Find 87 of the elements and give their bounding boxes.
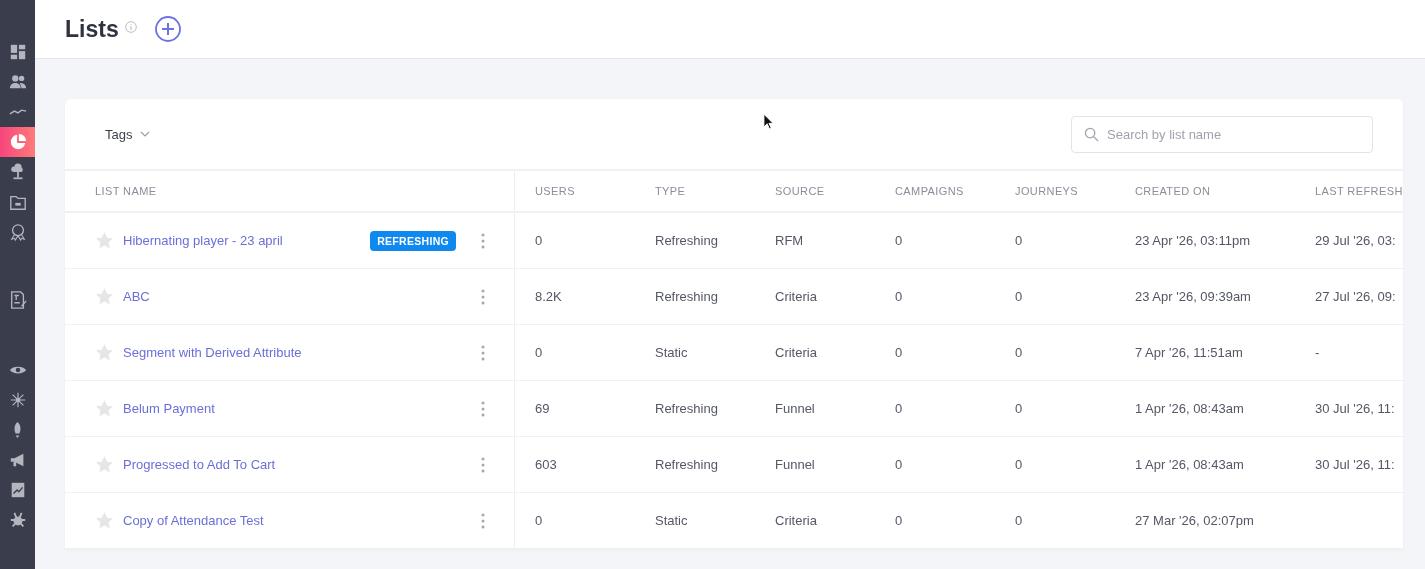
table-cell: 27 Mar '26, 02:07pm xyxy=(1135,513,1254,528)
star-icon[interactable] xyxy=(95,231,114,250)
folder-icon xyxy=(8,193,27,211)
table-cell: 23 Apr '26, 09:39am xyxy=(1135,289,1251,304)
table-cell: 0 xyxy=(535,233,543,248)
table-cell: 30 Jul '26, 11: xyxy=(1315,457,1395,472)
column-header: LIST NAME xyxy=(65,171,515,211)
table-cell: 603 xyxy=(535,457,557,472)
table-cell: RFM xyxy=(775,233,804,248)
kebab-menu-icon xyxy=(481,456,485,473)
table-cell: Refreshing xyxy=(655,233,718,248)
kebab-menu-icon xyxy=(481,344,485,361)
list-name-link[interactable]: Belum Payment xyxy=(123,401,215,416)
table-cell: 0 xyxy=(895,513,903,528)
kebab-menu-icon xyxy=(481,512,485,529)
column-header: USERS xyxy=(534,185,576,197)
star-icon[interactable] xyxy=(95,399,114,418)
gear-icon xyxy=(8,511,27,529)
pie-chart-icon xyxy=(8,133,27,151)
table-cell: Static xyxy=(655,345,688,360)
network-icon xyxy=(8,391,27,409)
star-icon[interactable] xyxy=(95,343,114,362)
star-icon[interactable] xyxy=(95,455,114,474)
column-header: TYPE xyxy=(654,185,687,197)
list-name-link[interactable]: ABC xyxy=(123,289,150,304)
add-button[interactable] xyxy=(154,16,181,42)
table-cell: 0 xyxy=(535,345,543,360)
column-header: SOURCE xyxy=(774,185,826,197)
table-cell: 7 Apr '26, 11:51am xyxy=(1135,345,1243,360)
status-badge: REFRESHING xyxy=(370,230,456,251)
table-cell: 0 xyxy=(1015,513,1023,528)
table-cell: 27 Jul '26, 09: xyxy=(1315,289,1396,304)
dashboard-icon xyxy=(8,43,27,61)
chevron-down-icon xyxy=(140,131,151,137)
table-cell: Static xyxy=(655,513,688,528)
table-cell: 30 Jul '26, 11: xyxy=(1315,401,1395,416)
list-name-link[interactable]: Segment with Derived Attribute xyxy=(123,345,302,360)
page-title: Lists xyxy=(65,15,119,43)
kebab-menu-icon xyxy=(481,288,485,305)
table-cell: Funnel xyxy=(775,457,815,472)
table-cell: 0 xyxy=(895,289,903,304)
star-icon[interactable] xyxy=(95,287,114,306)
table-cell: 69 xyxy=(535,401,550,416)
column-header: JOURNEYS xyxy=(1014,185,1080,197)
table-cell: 0 xyxy=(1015,401,1023,416)
table-cell: Refreshing xyxy=(655,457,718,472)
table-cell: 0 xyxy=(1015,233,1023,248)
table-cell: 23 Apr '26, 03:11pm xyxy=(1135,233,1250,248)
column-header: LAST REFRESH xyxy=(1314,185,1403,197)
table-cell: 0 xyxy=(1015,345,1023,360)
table-cell: - xyxy=(1315,345,1320,360)
table-cell: Funnel xyxy=(775,401,815,416)
table-cell: 0 xyxy=(895,233,903,248)
list-name-link[interactable]: Hibernating player - 23 april xyxy=(123,233,283,248)
table-cell: Criteria xyxy=(775,513,817,528)
kebab-menu-icon xyxy=(481,232,485,249)
trend-line-icon xyxy=(8,109,27,115)
table-cell: Criteria xyxy=(775,345,817,360)
document-icon xyxy=(8,291,27,309)
table-cell: 1 Apr '26, 08:43am xyxy=(1135,401,1244,416)
table-cell: 0 xyxy=(1015,289,1023,304)
search-field[interactable]: Search by list name xyxy=(1071,115,1373,153)
mouse-pointer-icon xyxy=(763,113,774,130)
table-cell: 0 xyxy=(1015,457,1023,472)
table-cell: 0 xyxy=(535,513,543,528)
table-cell: Refreshing xyxy=(655,289,718,304)
star-icon[interactable] xyxy=(95,511,114,530)
plus-icon xyxy=(154,16,181,42)
column-header: CAMPAIGNS xyxy=(894,185,965,197)
table-cell: 0 xyxy=(895,401,903,416)
badge-icon xyxy=(8,223,27,241)
table-cell: 0 xyxy=(895,345,903,360)
search-icon xyxy=(1084,126,1099,142)
list-name-link[interactable]: Copy of Attendance Test xyxy=(123,513,264,528)
table-cell: Criteria xyxy=(775,289,817,304)
sidebar-item[interactable] xyxy=(0,127,35,157)
table-cell: Refreshing xyxy=(655,401,718,416)
rocket-icon xyxy=(13,421,22,439)
tags-dropdown[interactable]: Tags xyxy=(105,126,151,142)
users-icon xyxy=(8,73,27,91)
table-cell: 1 Apr '26, 08:43am xyxy=(1135,457,1244,472)
list-name-link[interactable]: Progressed to Add To Cart xyxy=(123,457,276,472)
column-header: CREATED ON xyxy=(1134,185,1212,197)
table-cell: 8.2K xyxy=(535,289,562,304)
table-cell: 0 xyxy=(895,457,903,472)
kebab-menu-icon xyxy=(481,400,485,417)
table-cell: 29 Jul '26, 03: xyxy=(1315,233,1396,248)
